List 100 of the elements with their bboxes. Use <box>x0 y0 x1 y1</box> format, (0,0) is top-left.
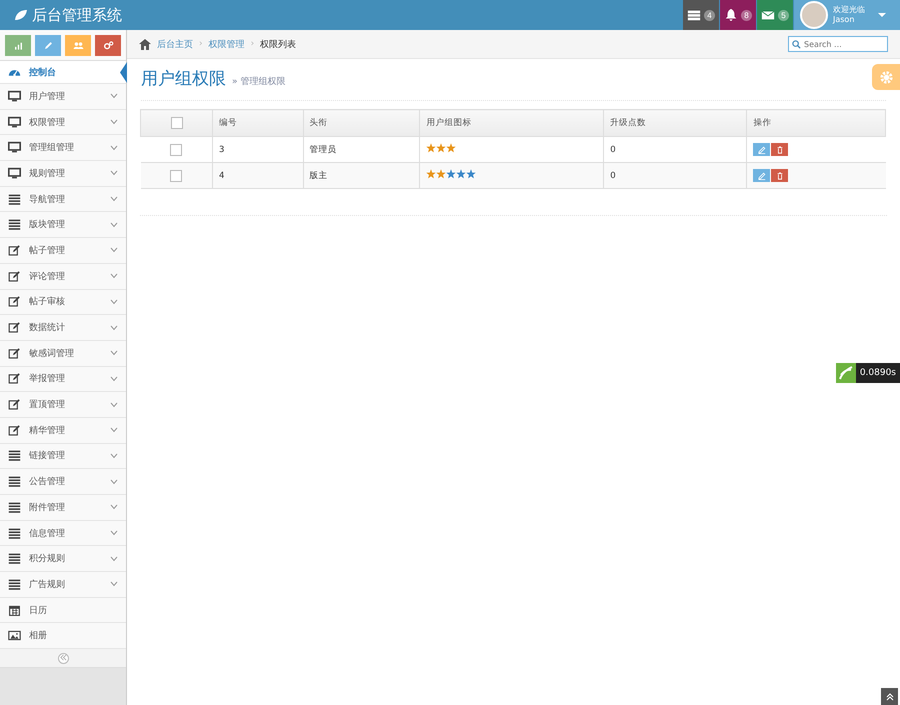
edit-icon <box>758 146 766 154</box>
search-field[interactable]: Search ... <box>788 36 888 52</box>
picture-icon <box>8 629 21 642</box>
chevron-down-icon <box>110 119 118 126</box>
edit-icon <box>8 346 21 360</box>
chevron-down-icon <box>110 170 118 176</box>
chevron-down-icon <box>110 350 118 356</box>
users-icon <box>72 40 84 50</box>
chevron-down-icon <box>110 247 118 254</box>
sidebar-item[interactable]: 积分规则 <box>0 546 126 572</box>
edit-button[interactable] <box>753 169 770 182</box>
sidebar-item[interactable]: 评论管理 <box>0 264 126 290</box>
list-icon <box>8 526 21 540</box>
sidebar-item[interactable]: 日历 <box>0 598 126 624</box>
breadcrumb-separator: › <box>250 39 254 49</box>
row-checkbox[interactable] <box>170 144 182 156</box>
list-icon <box>8 500 21 514</box>
pencil-icon <box>42 40 54 50</box>
column-header: 编号 <box>212 110 303 136</box>
sidebar-item[interactable]: 相册 <box>0 623 126 650</box>
shortcut-button[interactable] <box>65 34 91 56</box>
trash-icon <box>776 146 784 154</box>
chevron-down-icon <box>110 402 118 408</box>
sidebar-item[interactable]: 数据统计 <box>0 315 126 341</box>
edit-icon <box>8 398 21 412</box>
sidebar-item[interactable]: 帖子审核 <box>0 290 126 316</box>
list-icon <box>8 449 21 462</box>
sidebar-item[interactable]: 广告规则 <box>0 572 126 598</box>
sidebar-item[interactable]: 导航管理 <box>0 186 126 212</box>
sidebar-item[interactable]: 公告管理 <box>0 469 126 495</box>
edit-icon <box>758 172 766 180</box>
edit-button[interactable] <box>753 143 770 156</box>
sidebar-item[interactable]: 信息管理 <box>0 520 126 546</box>
count-badge: 8 <box>741 10 752 20</box>
page-title: 用户组权限 <box>141 68 226 90</box>
sidebar-item[interactable]: 精华管理 <box>0 418 126 444</box>
shortcut-button[interactable] <box>35 34 61 56</box>
sidebar-item[interactable]: 置顶管理 <box>0 392 126 418</box>
list-icon <box>8 218 21 232</box>
sidebar-item[interactable]: 链接管理 <box>0 444 126 470</box>
user-name: Jason <box>833 15 856 25</box>
collapse-sidebar-button[interactable] <box>58 652 68 664</box>
chevron-down-icon <box>110 556 118 562</box>
chevron-down-icon <box>110 581 118 588</box>
sidebar-item[interactable]: 敏感词管理 <box>0 340 126 367</box>
sidebar-item[interactable]: 权限管理 <box>0 110 126 136</box>
list-icon <box>8 475 21 488</box>
greeting-text: 欢迎光临 <box>833 5 866 15</box>
chevron-down-icon <box>110 324 118 331</box>
chevron-down-icon <box>110 427 118 434</box>
table-cell: 版主 <box>303 162 420 188</box>
bell-icon <box>724 8 738 22</box>
table-cell: 0 <box>604 162 747 188</box>
list-icon <box>8 578 21 591</box>
trash-icon <box>776 172 784 180</box>
sidebar-item[interactable]: 规则管理 <box>0 161 126 187</box>
count-badge: 4 <box>704 10 715 20</box>
chevron-down-icon <box>110 376 118 382</box>
select-all-checkbox[interactable] <box>170 117 182 129</box>
delete-button[interactable] <box>771 143 788 156</box>
shortcut-button[interactable] <box>95 34 121 56</box>
chevron-down-icon <box>110 144 118 151</box>
sidebar-item[interactable]: 控制台 <box>0 61 126 84</box>
column-header: 升级点数 <box>604 110 747 136</box>
edit-icon <box>8 270 21 283</box>
breadcrumb-separator: › <box>199 39 203 49</box>
notifications-button[interactable]: 8 <box>720 0 756 30</box>
row-checkbox[interactable] <box>170 170 182 182</box>
count-badge: 5 <box>778 10 789 20</box>
calendar-icon <box>8 604 21 617</box>
app-title: 后台管理系统 <box>32 6 122 24</box>
sidebar-item[interactable]: 管理组管理 <box>0 135 126 162</box>
shortcut-button[interactable] <box>5 34 31 56</box>
chevron-down-icon <box>110 196 118 202</box>
scroll-top-button[interactable] <box>881 688 898 705</box>
chevron-down-icon <box>110 298 118 305</box>
sidebar-item[interactable]: 附件管理 <box>0 495 126 521</box>
sidebar-item[interactable]: 帖子管理 <box>0 238 126 264</box>
edit-icon <box>8 424 21 437</box>
sidebar-item[interactable]: 版块管理 <box>0 212 126 238</box>
chevron-down-icon <box>110 273 118 280</box>
double-chevron-up-icon <box>886 692 894 700</box>
breadcrumb-current: 权限列表 <box>260 38 296 50</box>
caret-icon <box>878 12 886 18</box>
delete-button[interactable] <box>771 169 788 182</box>
table-cell: 4 <box>212 162 303 188</box>
sidebar-item[interactable]: 用户管理 <box>0 84 126 110</box>
column-header: 头衔 <box>303 110 420 136</box>
monitor-icon <box>8 141 21 154</box>
edit-icon <box>8 372 21 386</box>
settings-button[interactable] <box>872 64 900 90</box>
edit-icon <box>8 244 21 257</box>
monitor-icon <box>8 90 21 103</box>
cogs-icon <box>102 40 114 50</box>
chevron-down-icon <box>110 452 118 459</box>
active-pointer-icon <box>119 62 127 83</box>
chevron-down-icon <box>110 530 118 536</box>
monitor-icon <box>8 116 21 129</box>
sidebar-item[interactable]: 举报管理 <box>0 366 126 392</box>
chevron-down-icon <box>110 478 118 485</box>
